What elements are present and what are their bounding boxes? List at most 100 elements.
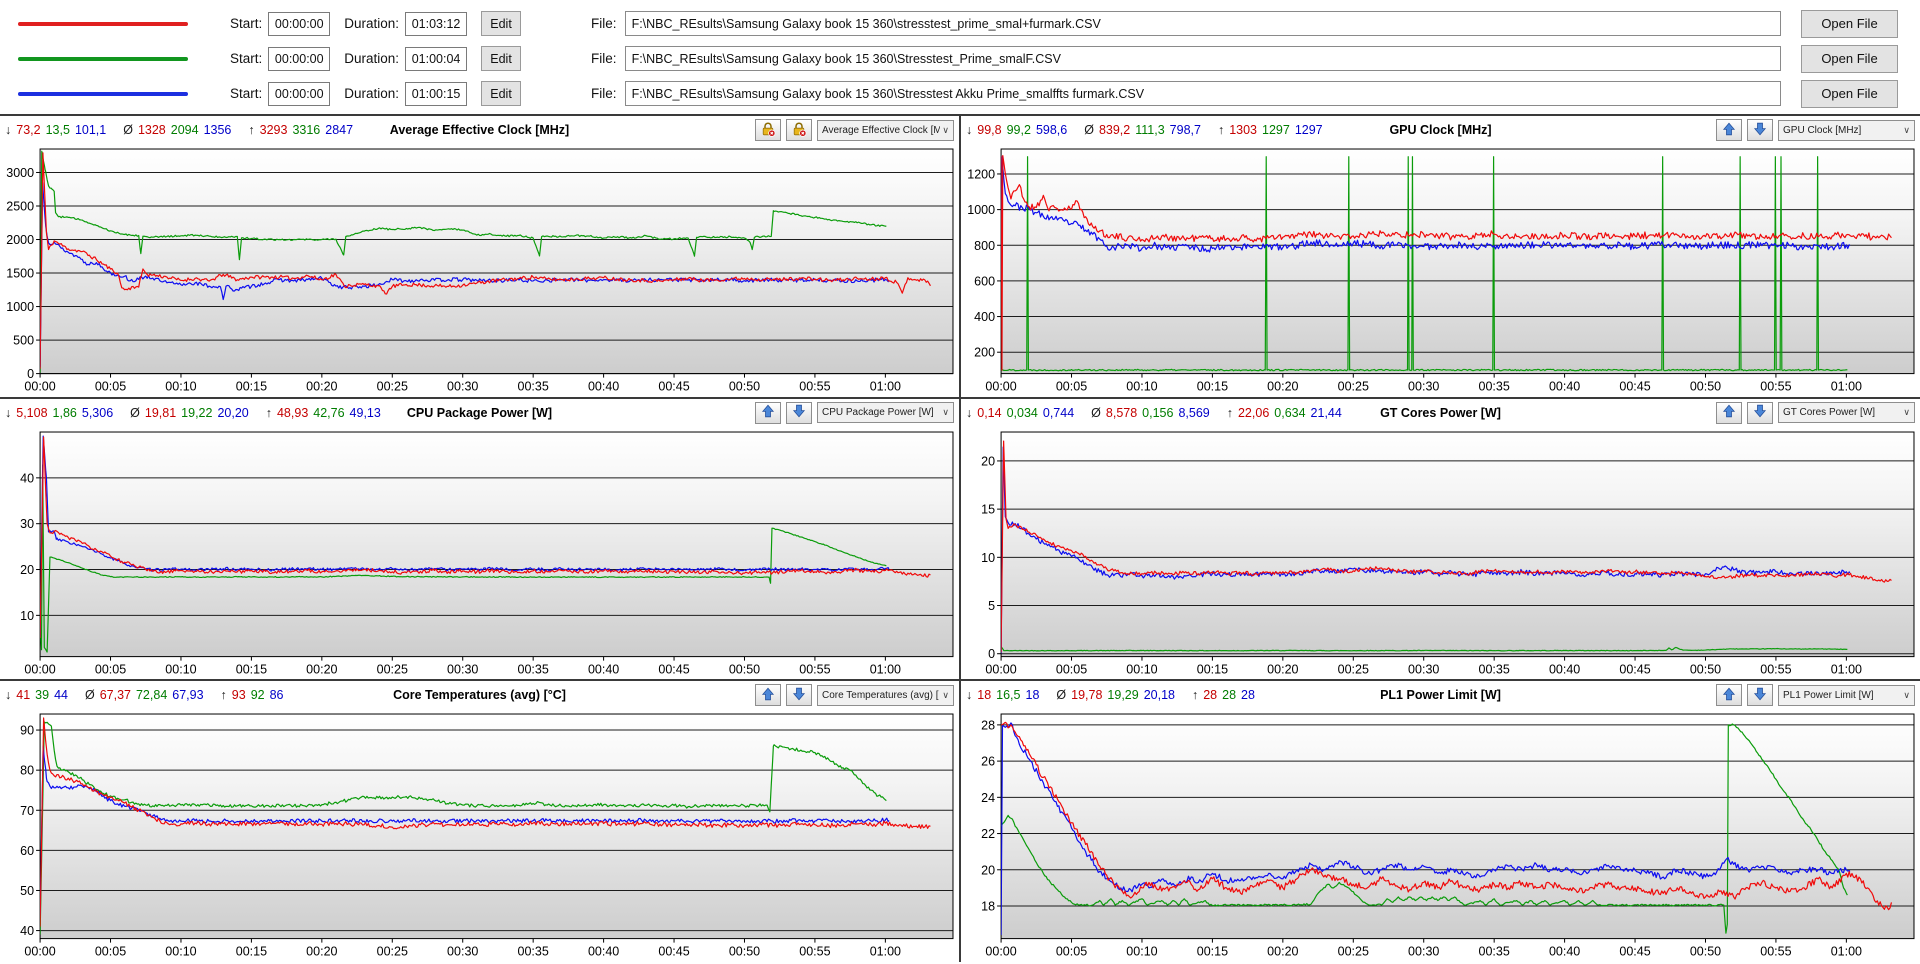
svg-text:00:05: 00:05 [1056,662,1087,676]
metric-dropdown[interactable]: GT Cores Power [W] ∨ [1778,402,1915,424]
svg-text:00:35: 00:35 [518,380,549,394]
chart-plot[interactable]: 0 5 10 15 20 00:00 00:05 00:10 00:15 00:20 00:25 00… [961,427,1920,680]
chart-panel: ↓ 73,2 13,5 101,1 Ø 1328 2094 1356 ↑ 329… [0,116,959,397]
svg-text:00:30: 00:30 [447,380,478,394]
svg-text:90: 90 [20,724,34,738]
chart-plot[interactable]: 10 20 30 40 00:00 00:05 00:10 00:15 00:20 00:25 00… [0,427,959,680]
chevron-down-icon: ∨ [1903,407,1910,418]
chart-header: ↓ 41 39 44 Ø 67,37 72,84 67,93 ↑ 93 92 8… [0,681,959,709]
stat-max-blue: 86 [269,688,284,703]
move-down-button[interactable] [1747,684,1773,707]
svg-text:00:45: 00:45 [658,380,689,394]
chart-plot[interactable]: 05001000150020002500300000:00 00:05 00:10 0… [0,144,959,397]
svg-text:00:50: 00:50 [729,662,760,676]
file-path-input[interactable] [624,11,1781,36]
svg-text:01:00: 01:00 [1831,380,1862,394]
duration-input[interactable] [405,11,468,36]
edit-button[interactable]: Edit [481,11,522,36]
file-path-input[interactable] [624,46,1781,71]
open-file-button[interactable]: Open File [1801,79,1898,108]
start-label: Start: [230,16,263,31]
move-up-button[interactable] [1716,684,1742,707]
move-up-button[interactable] [755,684,781,707]
svg-text:80: 80 [20,764,34,778]
duration-input[interactable] [405,46,468,71]
duration-label: Duration: [344,16,400,31]
start-time-input[interactable] [268,11,331,36]
svg-text:1200: 1200 [967,167,995,181]
chart-stats: ↓ 18 16,5 18 Ø 19,78 19,29 20,18 ↑ 28 28… [966,688,1260,702]
chart-stats: ↓ 99,8 99,2 598,6 Ø 839,2 111,3 798,7 ↑ … [966,123,1328,137]
arrow-down-icon [1753,404,1767,421]
svg-text:00:15: 00:15 [236,945,267,959]
move-up-button[interactable] [1716,401,1742,424]
svg-text:22: 22 [981,827,995,841]
metric-dropdown[interactable]: CPU Package Power [W] ∨ [817,402,954,424]
move-down-button[interactable] [1747,119,1773,141]
stat-avg-green: 19,29 [1107,688,1139,703]
svg-text:20: 20 [981,864,995,878]
file-path-input[interactable] [624,81,1781,106]
start-time-input[interactable] [268,46,331,71]
stat-max-red: 48,93 [276,405,309,420]
stat-max-blue: 1297 [1294,123,1323,137]
open-file-button[interactable]: Open File [1801,44,1898,73]
svg-text:00:55: 00:55 [1760,380,1791,394]
svg-text:70: 70 [20,804,34,818]
svg-text:00:25: 00:25 [377,945,408,959]
chevron-down-icon: ∨ [942,407,949,418]
stat-avg-red: 839,2 [1098,123,1131,137]
series-color-swatch [18,21,188,26]
move-down-button[interactable] [786,401,812,424]
file-label: File: [591,86,617,101]
stat-min-red: 18 [977,688,992,703]
metric-dropdown[interactable]: GPU Clock [MHz] ∨ [1778,119,1915,141]
stat-avg-green: 72,84 [135,688,168,703]
chart-plot[interactable]: 40 50 60 70 80 90 00:00 00:05 00:10 00:15 00:20 00:… [0,709,959,962]
lock-button[interactable] [755,119,781,141]
chevron-down-icon: ∨ [942,689,949,700]
metric-dropdown[interactable]: Core Temperatures (avg) [ ∨ [817,684,954,706]
svg-text:1000: 1000 [967,203,995,217]
svg-text:00:30: 00:30 [447,662,478,676]
svg-text:00:10: 00:10 [1126,662,1157,676]
duration-input[interactable] [405,81,468,106]
move-up-button[interactable] [755,401,781,424]
svg-text:00:50: 00:50 [729,945,760,959]
svg-text:00:00: 00:00 [985,662,1016,676]
move-down-button[interactable] [1747,401,1773,424]
svg-text:20: 20 [981,454,995,468]
chevron-down-icon: ∨ [1903,124,1910,135]
chart-header: ↓ 18 16,5 18 Ø 19,78 19,29 20,18 ↑ 28 28… [961,681,1920,709]
chart-stats: ↓ 73,2 13,5 101,1 Ø 1328 2094 1356 ↑ 329… [5,123,358,137]
chart-controls: Average Effective Clock [M ∨ [755,119,954,141]
svg-text:1000: 1000 [6,300,34,314]
edit-button[interactable]: Edit [481,46,522,71]
chart-controls: CPU Package Power [W] ∨ [755,401,954,424]
svg-text:01:00: 01:00 [870,380,901,394]
svg-text:01:00: 01:00 [870,945,901,959]
svg-text:00:30: 00:30 [1408,380,1439,394]
move-up-button[interactable] [1716,119,1742,141]
move-down-button[interactable] [786,684,812,707]
stat-max-red: 93 [231,688,246,703]
svg-text:00:20: 00:20 [306,662,337,676]
lock-button[interactable] [786,119,812,141]
lock-icon [791,121,807,140]
svg-text:00:00: 00:00 [985,380,1016,394]
avg-symbol: Ø [1091,405,1101,420]
metric-dropdown[interactable]: PL1 Power Limit [W] ∨ [1778,684,1915,706]
start-time-input[interactable] [268,81,331,106]
stat-avg-green: 0,156 [1142,405,1174,420]
svg-text:00:35: 00:35 [1479,945,1510,959]
stat-min-green: 0,034 [1006,405,1038,420]
file-row: Start: Duration: Edit File: Open File [0,6,1920,41]
chart-plot[interactable]: 18 20 22 24 26 28 00:00 00:05 00:10 00:15 00:20 00:… [961,709,1920,962]
svg-text:00:40: 00:40 [588,662,619,676]
svg-text:500: 500 [13,334,34,348]
avg-symbol: Ø [1084,123,1094,137]
metric-dropdown[interactable]: Average Effective Clock [M ∨ [817,119,954,141]
edit-button[interactable]: Edit [481,81,522,106]
chart-plot[interactable]: 200 400 600 800 1000 1200 00:00 00:05 00:10 00:15… [961,144,1920,397]
open-file-button[interactable]: Open File [1801,9,1898,38]
